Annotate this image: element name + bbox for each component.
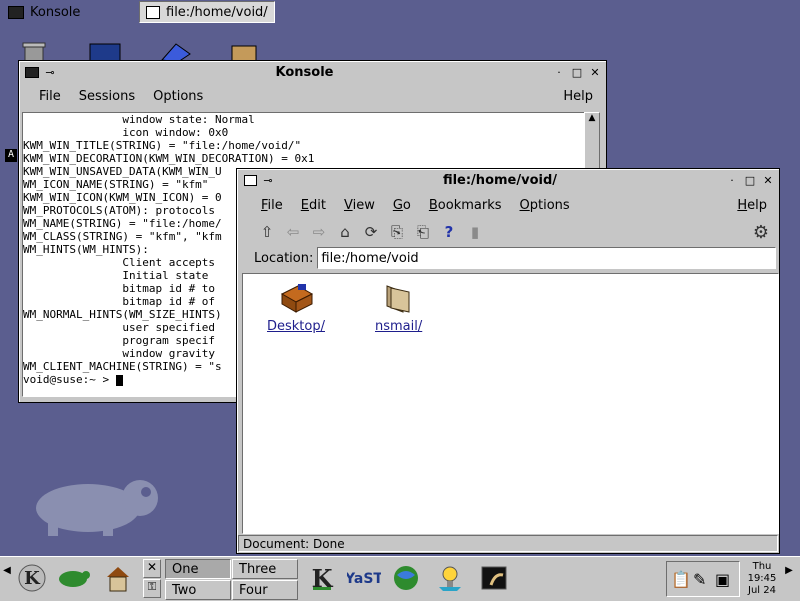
system-tray: 📋 ✎ ▣ [666, 561, 740, 597]
reload-icon[interactable]: ⟳ [360, 221, 382, 243]
file-label: nsmail/ [375, 319, 423, 334]
globe-icon[interactable] [388, 560, 424, 596]
menu-bookmarks[interactable]: Bookmarks [420, 198, 511, 213]
task-file-manager[interactable]: file:/home/void/ [139, 1, 275, 23]
panel-hide-right-icon[interactable]: ▶ [783, 565, 795, 593]
clipboard-icon[interactable]: 📋 [671, 570, 691, 589]
monitor-icon[interactable]: ▣ [715, 570, 730, 589]
fm-menubar: File Edit View Go Bookmarks Options Help [241, 193, 775, 217]
side-marker: A [5, 149, 17, 162]
fm-titlebar[interactable]: ⊸ file:/home/void/ · □ ✕ [239, 171, 777, 189]
terminal-icon [8, 5, 24, 19]
panel-hide-left-icon[interactable]: ◀ [2, 565, 12, 593]
task-label: Konsole [30, 4, 81, 20]
terminal-shell-icon[interactable] [476, 560, 512, 596]
yast-icon[interactable]: YaST [346, 560, 382, 596]
desktop-three-button[interactable]: Three [232, 559, 298, 579]
k-menu-icon[interactable]: K [14, 560, 50, 596]
kde-k-icon[interactable]: K [304, 560, 340, 596]
minimize-icon[interactable]: · [552, 65, 566, 79]
menu-options[interactable]: Options [511, 198, 579, 213]
desktop-one-button[interactable]: One [165, 559, 231, 579]
menu-go[interactable]: Go [384, 198, 420, 213]
menu-edit[interactable]: Edit [292, 198, 335, 213]
maximize-icon[interactable]: □ [570, 65, 584, 79]
file-label: Desktop/ [267, 319, 325, 334]
konsole-titlebar[interactable]: ⊸ Konsole · □ ✕ [21, 63, 604, 81]
suse-chameleon-logo [28, 470, 168, 543]
home-icon[interactable]: ⌂ [334, 221, 356, 243]
task-label: file:/home/void/ [166, 4, 268, 20]
terminal-cursor [115, 374, 123, 386]
terminal-line: KWM_WIN_DECORATION(KWM_WIN_DECORATION) =… [23, 152, 315, 165]
menu-help[interactable]: Help [728, 198, 775, 213]
paint-icon[interactable]: ✎ [693, 570, 706, 589]
location-input[interactable]: file:/home/void [317, 247, 776, 269]
forward-arrow-icon[interactable]: ⇨ [308, 221, 330, 243]
file-item-nsmail[interactable]: nsmail/ [375, 282, 422, 334]
terminal-line: icon window: 0x0 [23, 126, 229, 139]
menu-sessions[interactable]: Sessions [70, 89, 144, 104]
terminal-line: window state: Normal [23, 113, 255, 126]
paste-icon[interactable]: ⎗ [412, 221, 434, 243]
location-label: Location: [254, 250, 314, 266]
clock[interactable]: Thu 19:45 Jul 24 [744, 561, 780, 597]
gear-icon[interactable]: ⚙ [750, 221, 772, 243]
help-icon[interactable]: ? [438, 221, 460, 243]
window-title: file:/home/void/ [442, 172, 558, 188]
fm-toolbar: ⇧ ⇦ ⇨ ⌂ ⟳ ⎘ ⎗ ? ▮ ⚙ [240, 219, 778, 245]
copy-icon[interactable]: ⎘ [386, 221, 408, 243]
menu-file[interactable]: File [241, 198, 292, 213]
menu-options[interactable]: Options [144, 89, 212, 104]
lock-icon[interactable]: ⚿ [143, 579, 161, 598]
desktop-folder-icon [278, 282, 314, 317]
terminal-scrollbar[interactable]: ▲ [584, 112, 600, 172]
close-icon[interactable]: ✕ [143, 559, 161, 578]
up-arrow-icon[interactable]: ⇧ [256, 221, 278, 243]
svg-text:K: K [24, 568, 41, 589]
window-menu-icon[interactable] [25, 65, 39, 79]
top-taskbar: Konsole file:/home/void/ [0, 0, 800, 25]
file-view[interactable]: Desktop/ nsmail/ [242, 273, 779, 534]
stop-icon[interactable]: ▮ [464, 221, 486, 243]
folder-icon [383, 282, 415, 317]
window-title: Konsole [275, 64, 334, 80]
clock-day: Thu [752, 561, 772, 572]
konsole-menubar: File Sessions Options Help [23, 84, 602, 108]
sticky-pin-icon[interactable]: ⊸ [261, 173, 275, 187]
status-bar: Document: Done [238, 535, 778, 552]
clock-time: 19:45 [747, 573, 777, 584]
menu-view[interactable]: View [335, 198, 384, 213]
desktop-two-button[interactable]: Two [165, 580, 231, 600]
location-bar: Location: file:/home/void [240, 246, 778, 270]
svg-text:YaST: YaST [347, 571, 381, 587]
clock-date: Jul 24 [748, 585, 776, 596]
task-konsole[interactable]: Konsole [2, 1, 149, 23]
lightbulb-icon[interactable] [432, 560, 468, 596]
back-arrow-icon[interactable]: ⇦ [282, 221, 304, 243]
desktop-four-button[interactable]: Four [232, 580, 298, 600]
sticky-pin-icon[interactable]: ⊸ [43, 65, 57, 79]
home-folder-icon[interactable] [100, 560, 136, 596]
suse-chameleon-icon[interactable] [56, 560, 92, 596]
close-icon[interactable]: ✕ [761, 173, 775, 187]
menu-help[interactable]: Help [554, 89, 602, 104]
maximize-icon[interactable]: □ [743, 173, 757, 187]
window-icon [146, 5, 160, 19]
terminal-line: KWM_WIN_TITLE(STRING) = "file:/home/void… [23, 139, 302, 152]
menu-file[interactable]: File [23, 89, 70, 104]
close-icon[interactable]: ✕ [588, 65, 602, 79]
file-item-desktop[interactable]: Desktop/ [267, 282, 325, 334]
bottom-panel: ◀ K ✕ ⚿ One Two Three Four K YaST 📋 ✎ ▣ … [0, 556, 800, 601]
minimize-icon[interactable]: · [725, 173, 739, 187]
window-menu-icon[interactable] [243, 173, 257, 187]
